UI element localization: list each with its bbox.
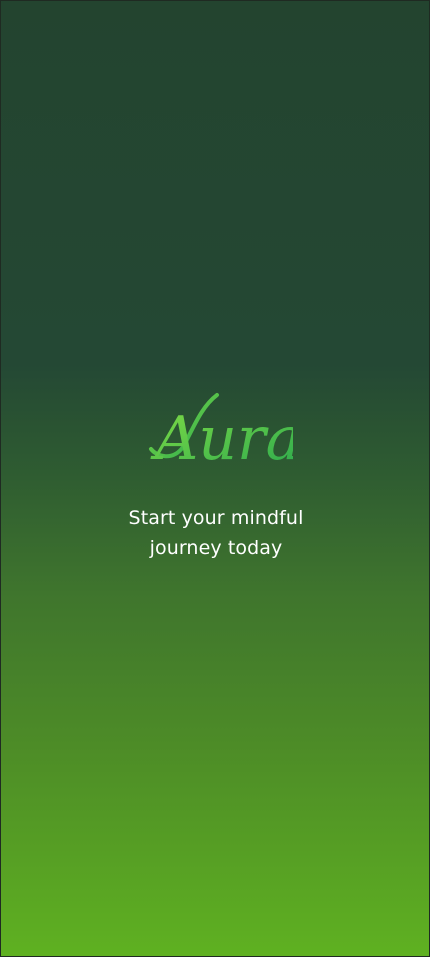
splash-screen: Aura Start your mindful journey today bbox=[0, 0, 430, 957]
tagline-line-1: Start your mindful bbox=[128, 507, 304, 529]
app-logo: Aura bbox=[149, 393, 293, 474]
tagline: Start your mindful journey today bbox=[1, 503, 429, 563]
tagline-line-2: journey today bbox=[149, 537, 283, 559]
logo-wordmark: Aura bbox=[150, 404, 293, 474]
